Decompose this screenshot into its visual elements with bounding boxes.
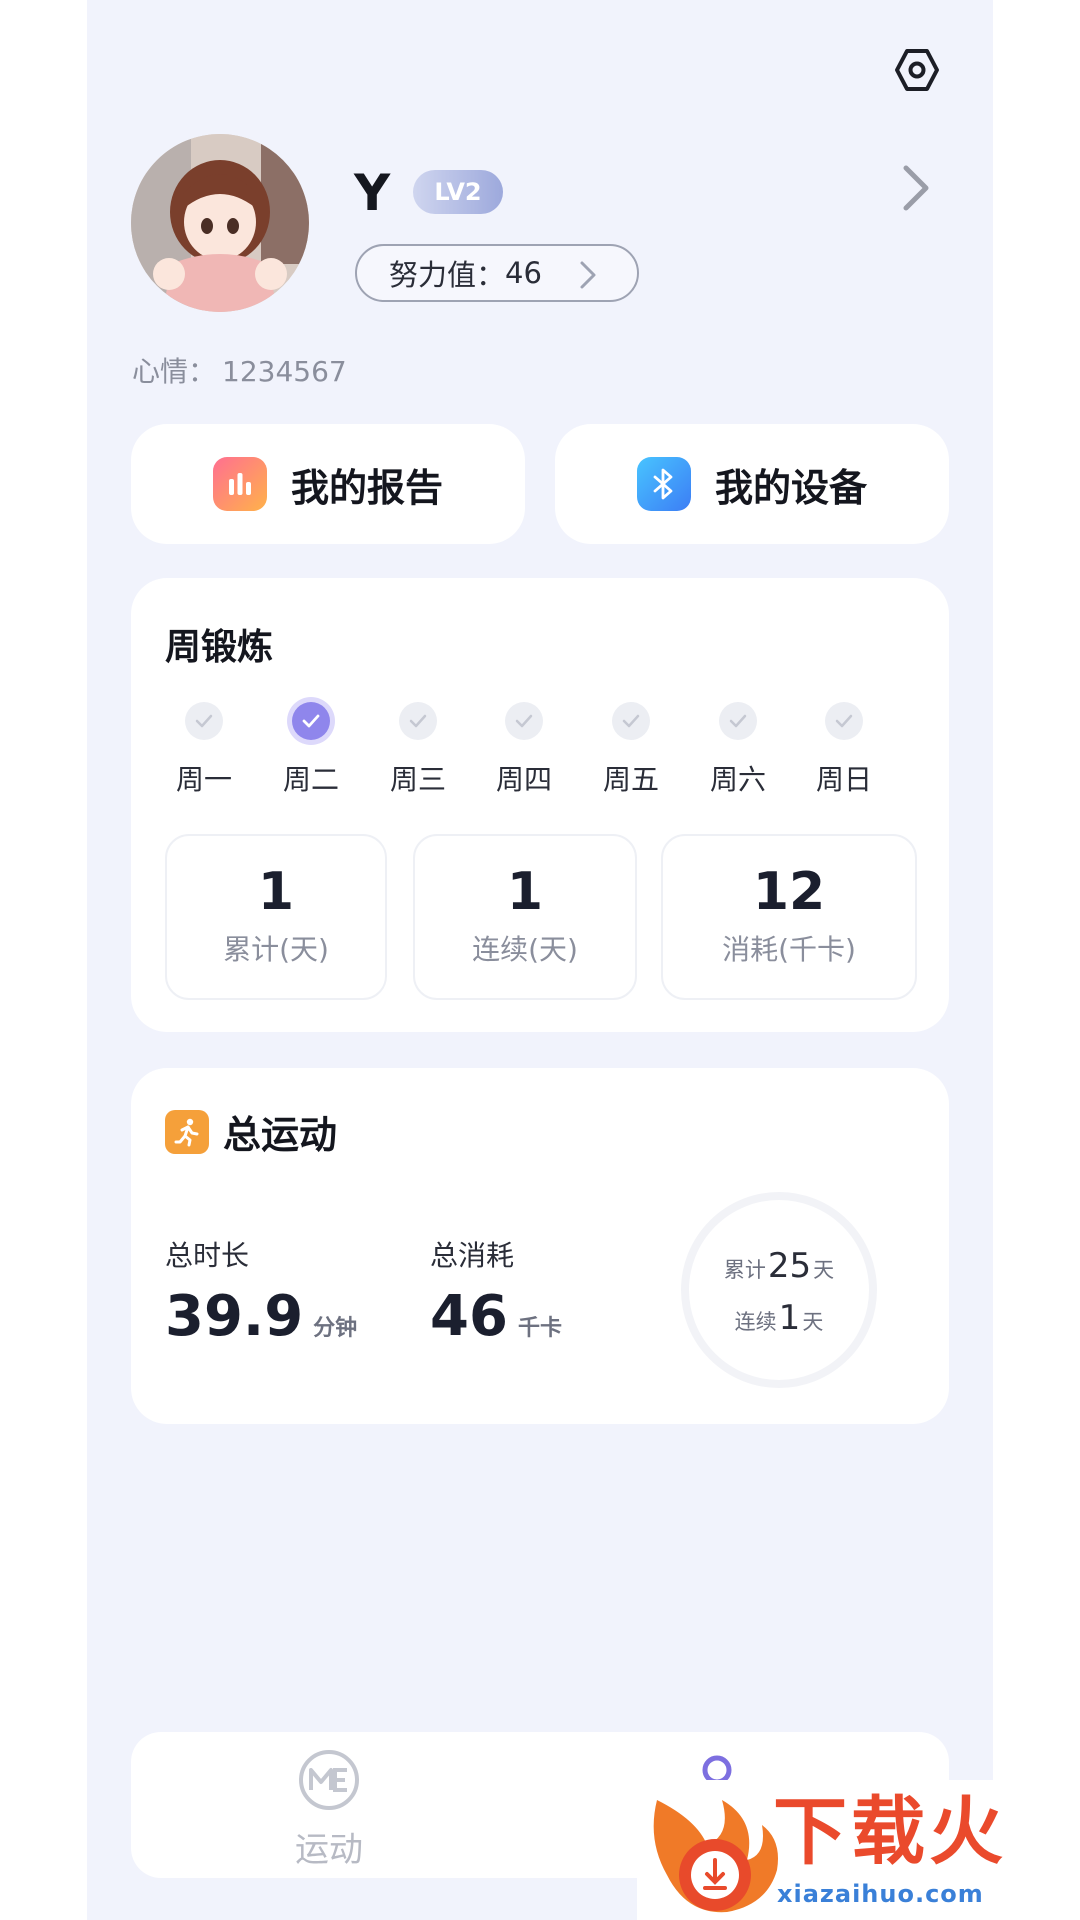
day-item[interactable]: 周五 bbox=[586, 702, 676, 798]
watermark-url: xiazaihuo.com bbox=[777, 1880, 984, 1908]
my-device-label: 我的设备 bbox=[714, 465, 867, 510]
profile-detail-button[interactable] bbox=[895, 158, 935, 218]
chevron-right-icon bbox=[580, 261, 596, 289]
ring-cumulative-prefix: 累计 bbox=[723, 1258, 766, 1282]
my-report-label: 我的报告 bbox=[290, 465, 443, 510]
weekly-exercise-card: 周锻炼 周一 周二 周三 周四 周五 周六 周日 1 累计(天) 1 连续(天)… bbox=[131, 578, 949, 1032]
day-label: 周二 bbox=[282, 763, 339, 796]
total-duration: 总时长 39.9 分钟 bbox=[165, 1234, 357, 1349]
duration-value: 39.9 bbox=[165, 1284, 304, 1349]
ring-cumulative-value: 25 bbox=[767, 1246, 812, 1286]
stat-label: 连续(天) bbox=[472, 933, 578, 966]
stat-cumulative-days: 1 累计(天) bbox=[165, 834, 387, 1000]
day-item[interactable]: 周四 bbox=[479, 702, 569, 798]
total-calories: 总消耗 46 千卡 bbox=[430, 1234, 562, 1349]
stat-value: 12 bbox=[752, 862, 826, 922]
my-report-button[interactable]: 我的报告 bbox=[131, 424, 525, 544]
report-icon bbox=[212, 457, 267, 511]
day-label: 周一 bbox=[175, 763, 232, 796]
total-exercise-card: 总运动 总时长 39.9 分钟 总消耗 46 千卡 累计25天 连续1天 bbox=[131, 1068, 949, 1424]
stat-label: 消耗(千卡) bbox=[722, 933, 856, 966]
day-label: 周日 bbox=[815, 763, 872, 796]
phone-screen: Y LV2 努力值： 46 心情： 1234567 我的报告 我的设备 周锻炼 … bbox=[87, 0, 993, 1920]
ring-cumulative: 累计25天 bbox=[689, 1246, 869, 1286]
ring-streak-suffix: 天 bbox=[802, 1310, 824, 1334]
check-circle-icon bbox=[292, 702, 330, 740]
calories-value: 46 bbox=[430, 1284, 508, 1349]
ring-cumulative-suffix: 天 bbox=[813, 1258, 835, 1282]
calories-unit: 千卡 bbox=[517, 1316, 562, 1341]
day-label: 周四 bbox=[495, 763, 552, 796]
running-person-icon bbox=[165, 1109, 209, 1154]
check-circle-icon bbox=[825, 702, 863, 740]
calories-label: 总消耗 bbox=[430, 1239, 515, 1272]
day-item[interactable]: 周三 bbox=[373, 702, 463, 798]
day-item[interactable]: 周六 bbox=[693, 702, 783, 798]
duration-label: 总时长 bbox=[165, 1239, 250, 1272]
stat-label: 累计(天) bbox=[223, 933, 329, 966]
ring-streak-prefix: 连续 bbox=[734, 1310, 777, 1334]
day-item[interactable]: 周日 bbox=[799, 702, 889, 798]
effort-value: 46 bbox=[505, 256, 542, 290]
days-ring: 累计25天 连续1天 bbox=[681, 1192, 877, 1388]
settings-icon bbox=[895, 49, 939, 91]
check-circle-icon bbox=[399, 702, 437, 740]
mood-value: 1234567 bbox=[222, 355, 347, 388]
day-label: 周三 bbox=[389, 763, 446, 796]
check-circle-icon bbox=[185, 702, 223, 740]
effort-label: 努力值： bbox=[389, 258, 506, 292]
flame-logo-icon bbox=[653, 1800, 778, 1913]
mood-text: 心情： 1234567 bbox=[132, 350, 347, 390]
ring-streak: 连续1天 bbox=[689, 1298, 869, 1338]
bluetooth-icon bbox=[636, 457, 691, 511]
total-header: 总运动 bbox=[165, 1104, 337, 1159]
duration-unit: 分钟 bbox=[313, 1316, 358, 1341]
effort-value-pill[interactable]: 努力值： 46 bbox=[355, 244, 639, 302]
day-item[interactable]: 周二 bbox=[266, 702, 356, 798]
settings-button[interactable] bbox=[891, 44, 943, 96]
day-label: 周六 bbox=[709, 763, 766, 796]
day-item[interactable]: 周一 bbox=[159, 702, 249, 798]
chevron-right-icon bbox=[903, 165, 929, 211]
watermark: 下载火 xiazaihuo.com bbox=[637, 1780, 1080, 1920]
stat-calories: 12 消耗(千卡) bbox=[661, 834, 917, 1000]
weekday-row: 周一 周二 周三 周四 周五 周六 周日 bbox=[159, 702, 921, 802]
stat-value: 1 bbox=[257, 862, 295, 922]
check-circle-icon bbox=[612, 702, 650, 740]
me-logo-icon bbox=[299, 1750, 359, 1810]
stat-streak-days: 1 连续(天) bbox=[413, 834, 637, 1000]
stat-value: 1 bbox=[506, 862, 544, 922]
username: Y bbox=[354, 164, 391, 222]
check-circle-icon bbox=[505, 702, 543, 740]
watermark-brand: 下载火 bbox=[773, 1789, 1007, 1875]
total-title: 总运动 bbox=[223, 1113, 338, 1157]
mood-label: 心情： bbox=[132, 355, 217, 388]
avatar-image bbox=[131, 134, 309, 312]
day-label: 周五 bbox=[602, 763, 659, 796]
level-badge: LV2 bbox=[413, 170, 503, 214]
ring-streak-value: 1 bbox=[778, 1298, 801, 1338]
my-device-button[interactable]: 我的设备 bbox=[555, 424, 949, 544]
tab-exercise[interactable]: 运动 bbox=[249, 1748, 409, 1871]
weekly-title: 周锻炼 bbox=[165, 627, 274, 668]
avatar[interactable] bbox=[131, 134, 309, 312]
check-circle-icon bbox=[719, 702, 757, 740]
tab-exercise-label: 运动 bbox=[295, 1830, 363, 1870]
